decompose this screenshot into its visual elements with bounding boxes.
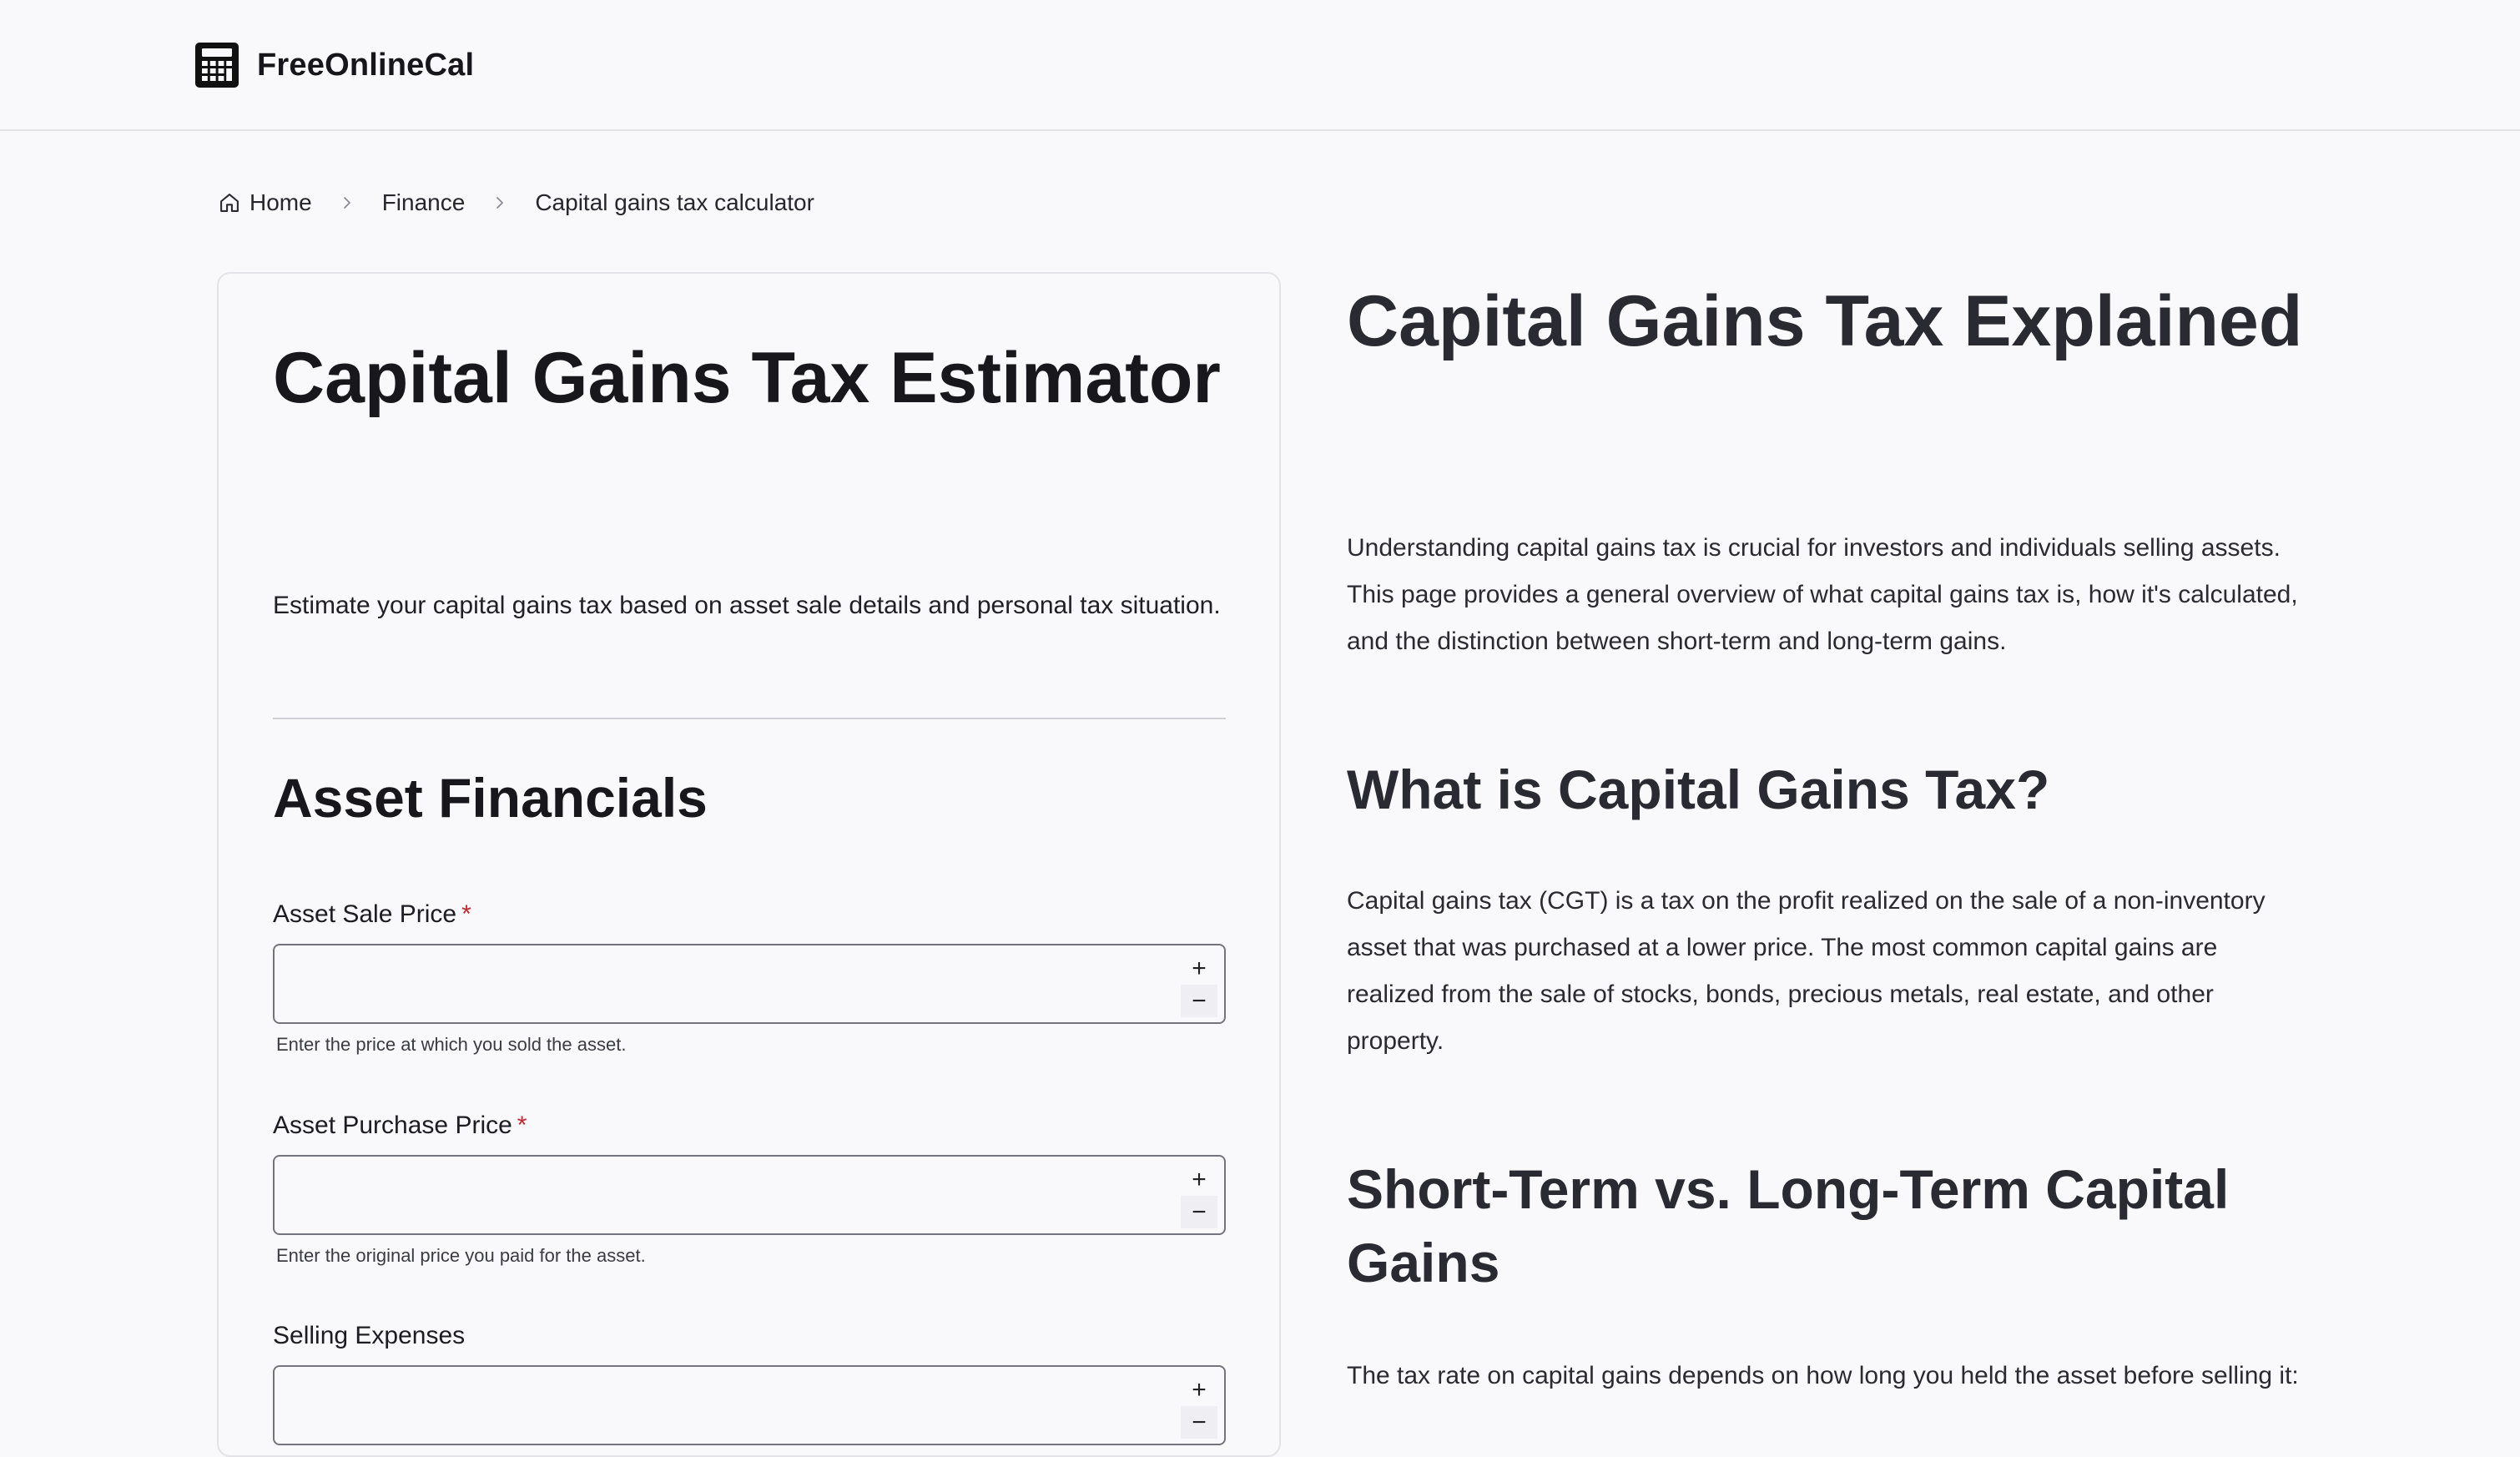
brand-logo-link[interactable]: FreeOnlineCal [195, 42, 474, 88]
required-asterisk: * [461, 900, 471, 928]
calculator-title: Capital Gains Tax Estimator [273, 338, 1221, 418]
required-asterisk: * [517, 1112, 527, 1139]
top-navbar: FreeOnlineCal [0, 0, 2520, 131]
calculator-card: Capital Gains Tax Estimator Estimate you… [217, 272, 1281, 1457]
article-heading-short-vs-long: Short-Term vs. Long-Term Capital Gains [1347, 1158, 2230, 1293]
breadcrumb: Home Finance Capital gains tax calculato… [218, 185, 814, 220]
selling-expenses-input-box: + − [273, 1365, 1226, 1445]
field-asset-purchase-price: Asset Purchase Price * + − Enter the orig… [273, 1108, 1226, 1267]
article-paragraph-what-is-cgt: Capital gains tax (CGT) is a tax on the … [1347, 887, 2265, 1055]
section-title-asset-financials: Asset Financials [273, 767, 708, 829]
asset-purchase-price-input[interactable] [275, 1157, 1224, 1233]
calculator-icon [195, 43, 239, 88]
asset-sale-price-input[interactable] [275, 945, 1224, 1022]
decrement-button[interactable]: − [1181, 1406, 1217, 1439]
field-help-text: Enter the original price you paid for th… [276, 1245, 646, 1266]
field-help-text: Enter the price at which you sold the as… [276, 1034, 627, 1055]
home-icon [220, 194, 239, 212]
article-heading-what-is-cgt: What is Capital Gains Tax? [1347, 759, 2050, 820]
number-stepper: + − [1181, 1374, 1217, 1439]
breadcrumb-current: Capital gains tax calculator [535, 189, 814, 215]
field-selling-expenses: Selling Expenses + − [273, 1318, 1226, 1445]
field-label: Asset Sale Price * [273, 900, 471, 928]
article-intro: Understanding capital gains tax is cruci… [1347, 534, 2298, 655]
breadcrumb-home-label: Home [249, 189, 312, 215]
increment-button[interactable]: + [1181, 1163, 1217, 1196]
asset-purchase-price-input-box: + − [273, 1155, 1226, 1235]
article-paragraph-short-vs-long: The tax rate on capital gains depends on… [1347, 1362, 2299, 1389]
breadcrumb-home[interactable]: Home [218, 189, 312, 216]
divider [273, 718, 1226, 719]
field-label: Asset Purchase Price * [273, 1112, 527, 1139]
field-label: Selling Expenses [273, 1322, 466, 1349]
article-title: Capital Gains Tax Explained [1347, 281, 2303, 361]
number-stepper: + − [1181, 952, 1217, 1017]
chevron-right-icon [496, 197, 504, 209]
increment-button[interactable]: + [1181, 1374, 1217, 1406]
decrement-button[interactable]: − [1181, 1196, 1217, 1228]
increment-button[interactable]: + [1181, 952, 1217, 985]
calculator-description: Estimate your capital gains tax based on… [273, 592, 1221, 619]
chevron-right-icon [343, 197, 350, 209]
selling-expenses-input[interactable] [275, 1367, 1224, 1444]
number-stepper: + − [1181, 1163, 1217, 1228]
decrement-button[interactable]: − [1181, 985, 1217, 1017]
breadcrumb-finance[interactable]: Finance [382, 189, 466, 216]
field-asset-sale-price: Asset Sale Price * + − Enter the price at… [273, 897, 1226, 1056]
brand-name: FreeOnlineCal [257, 47, 475, 83]
asset-sale-price-input-box: + − [273, 944, 1226, 1024]
